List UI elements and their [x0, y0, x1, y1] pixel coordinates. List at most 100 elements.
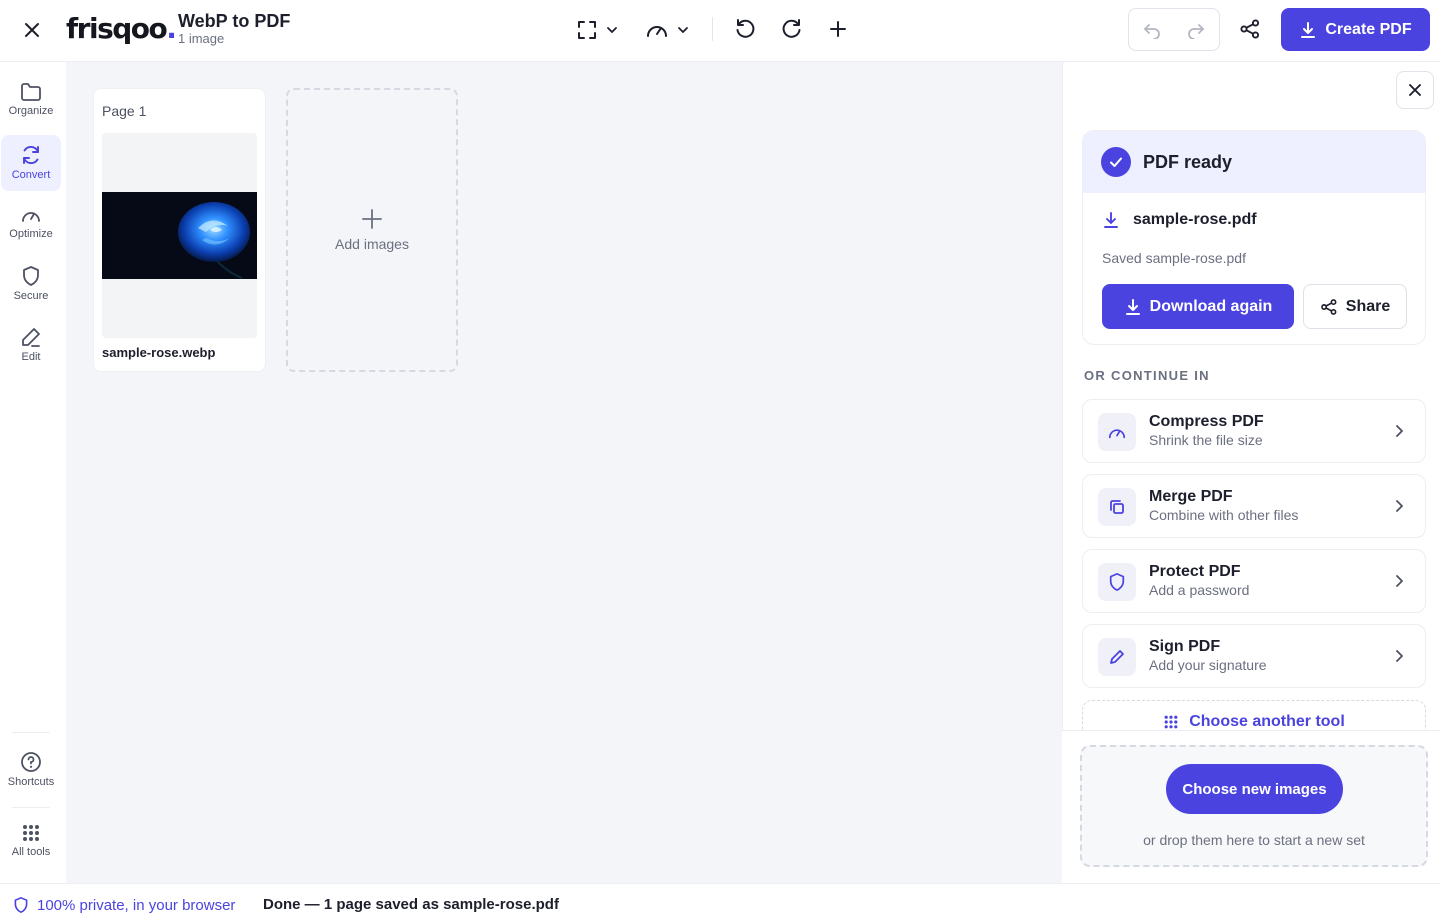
fit-icon — [578, 21, 596, 39]
quality-dropdown[interactable] — [640, 14, 694, 46]
sidebar-item-label: Organize — [8, 105, 54, 117]
sidebar-item-label: Convert — [11, 169, 51, 181]
continue-heading: OR CONTINUE IN — [1084, 368, 1210, 383]
status-message: Done — 1 page saved as sample-rose.pdf — [263, 896, 559, 913]
sidebar-item-edit[interactable]: Edit — [0, 326, 62, 374]
page-preview — [102, 133, 257, 338]
plus-icon — [362, 209, 382, 229]
redo-icon — [1188, 24, 1204, 39]
download-icon — [1125, 298, 1140, 315]
help-circle-icon — [21, 752, 41, 772]
add-page-button[interactable] — [823, 14, 853, 44]
pdf-ready-title: PDF ready — [1143, 151, 1233, 172]
share-button[interactable] — [1235, 14, 1265, 44]
pencil-icon — [22, 328, 40, 347]
left-sidebar: Organize Convert Optimize Secure Edit Sh… — [0, 62, 62, 883]
download-again-button[interactable]: Download again — [1102, 284, 1294, 329]
download-icon — [1301, 21, 1316, 38]
add-images-label: Add images — [335, 236, 409, 252]
chevron-right-icon — [1396, 575, 1403, 587]
tool-compress-pdf[interactable]: Compress PDF Shrink the file size — [1082, 399, 1426, 463]
sidebar-item-secure[interactable]: Secure — [0, 265, 62, 313]
refresh-icon — [23, 146, 39, 164]
image-count: 1 image — [178, 31, 225, 46]
sidebar-item-shortcuts[interactable]: Shortcuts — [0, 751, 62, 799]
drop-hint: or drop them here to start a new set — [1143, 832, 1365, 848]
tool-subtitle: Add your signature — [1149, 657, 1267, 673]
pen-icon — [1098, 638, 1136, 676]
pdf-filename: sample-rose.pdf — [1133, 211, 1257, 228]
tool-protect-pdf[interactable]: Protect PDF Add a password — [1082, 549, 1426, 613]
gauge-icon — [647, 26, 667, 37]
toolbar-divider — [712, 17, 713, 41]
sidebar-item-label: Secure — [13, 290, 49, 302]
chevron-right-icon — [1396, 650, 1403, 662]
share-icon — [1320, 298, 1337, 315]
copy-icon — [1098, 488, 1136, 526]
download-again-label: Download again — [1149, 297, 1273, 315]
redo-button[interactable] — [1181, 15, 1211, 45]
choose-new-images-button[interactable]: Choose new images — [1166, 764, 1343, 814]
check-icon — [1101, 147, 1131, 177]
choose-another-tool-label: Choose another tool — [1189, 712, 1345, 730]
shield-icon — [14, 897, 28, 913]
download-icon — [1104, 212, 1118, 228]
tool-subtitle: Combine with other files — [1149, 507, 1299, 523]
drop-zone[interactable]: Choose new images or drop them here to s… — [1080, 745, 1428, 867]
share-pdf-button[interactable]: Share — [1303, 284, 1407, 329]
sidebar-item-convert[interactable]: Convert — [1, 135, 61, 191]
close-button[interactable] — [14, 12, 50, 48]
tool-subtitle: Shrink the file size — [1149, 432, 1263, 448]
add-images-button[interactable]: Add images — [286, 88, 458, 372]
tool-title: Merge PDF — [1149, 488, 1233, 505]
chevron-down-icon — [607, 27, 617, 34]
create-pdf-button[interactable]: Create PDF — [1281, 8, 1430, 51]
create-pdf-label: Create PDF — [1325, 20, 1412, 38]
rotate-left-button[interactable] — [730, 14, 760, 44]
rotate-right-button[interactable] — [777, 14, 807, 44]
chevron-right-icon — [1396, 425, 1403, 437]
rotate-right-icon — [782, 19, 801, 38]
close-icon — [1409, 84, 1421, 96]
rose-thumbnail — [102, 192, 257, 279]
sidebar-item-organize[interactable]: Organize — [0, 82, 62, 130]
plus-icon — [830, 21, 846, 37]
tool-sign-pdf[interactable]: Sign PDF Add your signature — [1082, 624, 1426, 688]
tool-subtitle: Add a password — [1149, 582, 1250, 598]
history-group — [1128, 8, 1220, 51]
sidebar-item-label: Optimize — [9, 228, 53, 240]
app-logo: frisqoo. — [66, 12, 177, 45]
sidebar-item-optimize[interactable]: Optimize — [0, 205, 62, 253]
status-bar: 100% private, in your browser Done — 1 p… — [0, 883, 1440, 923]
tool-merge-pdf[interactable]: Merge PDF Combine with other files — [1082, 474, 1426, 538]
sidebar-divider — [12, 807, 50, 808]
sidebar-divider — [12, 732, 50, 733]
share-icon — [1240, 19, 1260, 39]
folder-icon — [21, 83, 41, 101]
undo-button[interactable] — [1137, 15, 1167, 45]
undo-icon — [1144, 24, 1160, 39]
sidebar-item-label: All tools — [11, 846, 51, 858]
share-label: Share — [1345, 297, 1391, 315]
pdf-ready-header: PDF ready — [1083, 131, 1425, 193]
privacy-text: 100% private, in your browser — [37, 896, 236, 914]
close-icon — [25, 23, 39, 37]
gauge-icon — [22, 212, 40, 222]
grid-icon — [1164, 715, 1178, 728]
page-filename: sample-rose.webp — [102, 345, 216, 360]
close-panel-button[interactable] — [1396, 71, 1434, 109]
rotate-left-icon — [736, 19, 755, 38]
choose-another-tool-button[interactable]: Choose another tool — [1082, 700, 1426, 732]
page-title: WebP to PDF — [178, 11, 291, 31]
page-card[interactable]: Page 1 sample-rose.webp — [93, 88, 266, 372]
shield-icon — [1098, 563, 1136, 601]
privacy-note: 100% private, in your browser — [13, 896, 235, 914]
sidebar-item-label: Edit — [21, 351, 41, 363]
page-size-dropdown[interactable] — [570, 14, 624, 46]
page-label: Page 1 — [102, 103, 147, 119]
sidebar-item-all-tools[interactable]: All tools — [0, 823, 62, 871]
sidebar-item-label: Shortcuts — [7, 776, 55, 788]
tool-title: Sign PDF — [1149, 638, 1221, 655]
grid-icon — [23, 825, 39, 841]
gauge-icon — [1098, 413, 1136, 451]
